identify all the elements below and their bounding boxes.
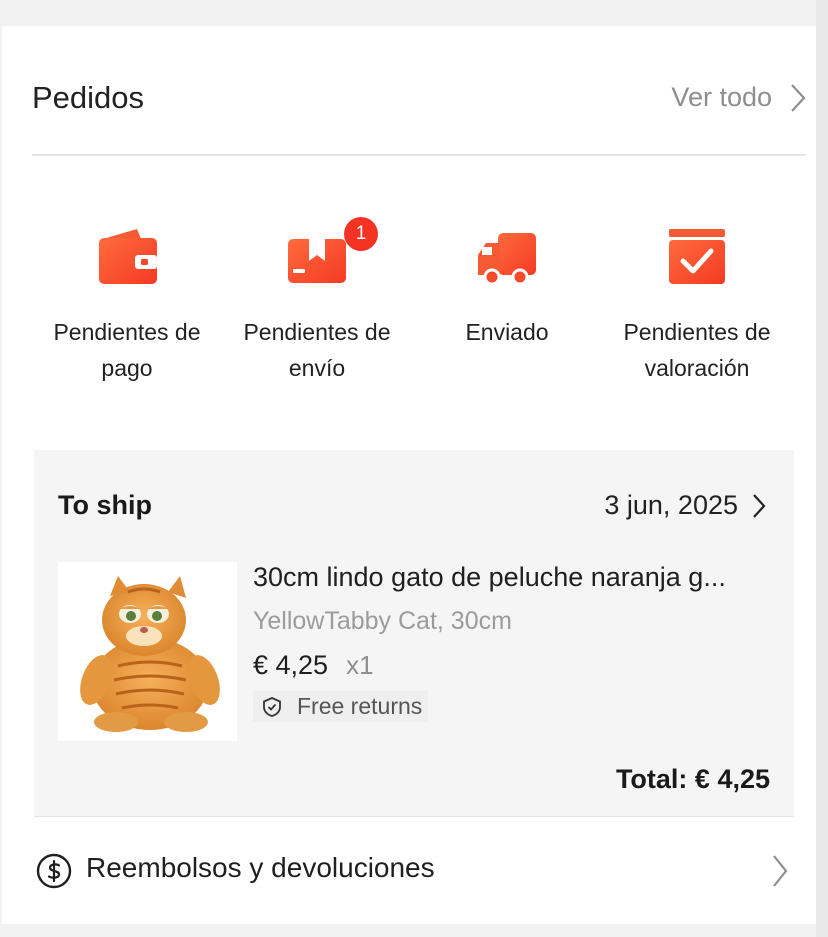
order-status: To ship [58,490,152,520]
status-pending-shipment[interactable]: 1 Pendientes de envío [222,217,412,392]
chevron-right-icon [773,855,788,887]
notification-badge: 1 [344,217,378,251]
order-total: Total: € 4,25 [615,764,770,794]
shield-check-icon [263,696,281,717]
refunds-returns-link[interactable]: Reembolsos y devoluciones [34,840,794,904]
orders-header: Pedidos Ver todo [32,60,806,156]
status-shipped[interactable]: Enviado [412,222,602,392]
order-date: 3 jun, 2025 [604,490,738,520]
order-header: To ship 3 jun, 2025 [58,490,766,530]
free-returns-label: Free returns [297,693,423,719]
product-variant: YellowTabby Cat, 30cm [253,607,512,635]
chevron-right-icon [791,83,806,112]
divider [32,154,806,156]
see-all-label: Ver todo [671,82,772,112]
status-label: Pendientes de envío [243,319,391,381]
see-all-link[interactable]: Ver todo [671,82,806,113]
order-card[interactable]: To ship 3 jun, 2025 30cm lindo gato de p… [34,450,794,816]
status-pending-payment[interactable]: Pendientes de pago [32,222,222,392]
order-status-row: Pendientes de pago 1 Pendientes de envío [32,217,806,392]
chevron-right-icon [753,493,766,518]
product-quantity: x1 [346,650,374,680]
order-date-link[interactable]: 3 jun, 2025 [604,490,766,521]
status-pending-review[interactable]: Pendientes de valoración [602,222,792,392]
product-name[interactable]: 30cm lindo gato de peluche naranja g... [253,562,765,593]
wallet-icon [92,222,162,292]
free-returns-badge: Free returns [253,691,429,722]
divider [34,816,794,817]
price-line: € 4,25 x1 [253,650,773,681]
refunds-label: Reembolsos y devoluciones [86,852,435,883]
status-label: Pendientes de pago [53,319,201,381]
truck-icon [472,222,542,292]
product-info: 30cm lindo gato de peluche naranja g... … [253,562,773,723]
review-box-icon [662,222,732,292]
scrollbar-edge [816,0,828,937]
page-title: Pedidos [32,80,145,115]
status-label: Enviado [465,319,549,345]
status-label: Pendientes de valoración [623,319,771,381]
cat-plush-image [80,576,220,732]
package-icon: 1 [282,217,378,292]
product-price: € 4,25 [253,650,329,680]
dollar-circle-icon [36,853,72,889]
product-image[interactable] [58,562,237,741]
